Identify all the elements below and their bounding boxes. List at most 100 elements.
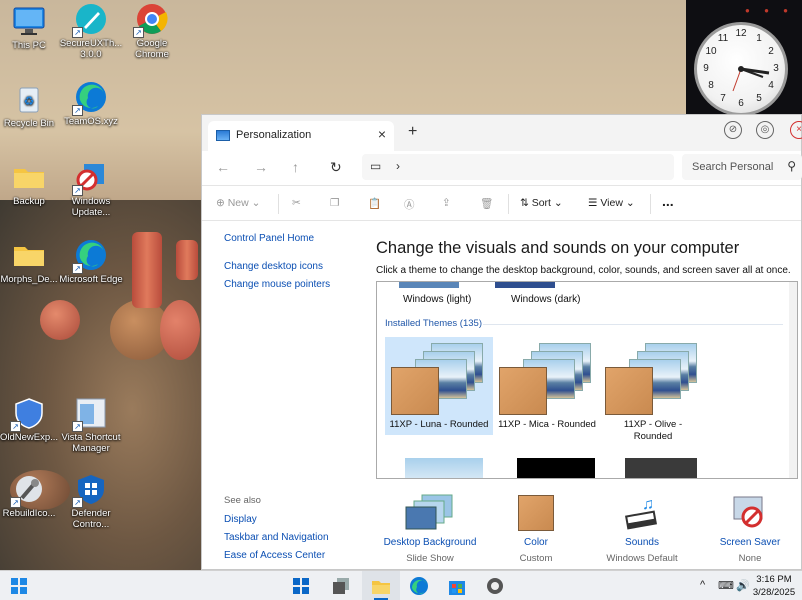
- forward-arrow-icon[interactable]: →: [254, 159, 268, 175]
- desktop-icon-backup[interactable]: Backup: [0, 160, 62, 207]
- back-arrow-icon[interactable]: ←: [216, 159, 230, 175]
- desktop-icon-label: Vista Shortcut Manager: [61, 432, 121, 454]
- share-icon[interactable]: ⇪: [442, 197, 451, 209]
- setting-label: Sounds: [625, 537, 659, 548]
- wallpaper-sphere: [160, 300, 200, 360]
- close-window-icon[interactable]: ×: [790, 121, 802, 139]
- task-view-icon[interactable]: [330, 575, 352, 597]
- desktop-icon-recycle-bin[interactable]: ♻ Recycle Bin: [0, 82, 62, 129]
- desktop-icon-morphs[interactable]: Morphs_De...: [0, 238, 62, 285]
- desktop-icon-label: OldNewExp...: [0, 432, 59, 443]
- control-panel-home-link[interactable]: Control Panel Home: [224, 233, 314, 244]
- cut-icon[interactable]: ✂: [292, 197, 301, 209]
- address-bar[interactable]: ▭ ›: [362, 154, 674, 180]
- start-button[interactable]: [290, 575, 312, 597]
- desktop-background-icon: [405, 494, 453, 530]
- theme-windows-dark[interactable]: Windows (dark): [511, 294, 580, 305]
- system-clock[interactable]: 3:16 PM 3/28/2025: [752, 573, 796, 599]
- desktop-icon-label: RebuildIco...: [2, 508, 56, 519]
- scrollbar[interactable]: [789, 282, 797, 478]
- svg-text:♻: ♻: [24, 94, 35, 108]
- see-also-heading: See also: [224, 495, 261, 506]
- ease-of-access-link[interactable]: Ease of Access Center: [224, 550, 325, 561]
- theme-11xp-olive[interactable]: 11XP - Olive - Rounded: [599, 337, 707, 442]
- desktop-icon-defender-control[interactable]: ↗ Defender Contro...: [58, 472, 124, 530]
- settings-icon[interactable]: ◎: [756, 121, 774, 139]
- sort-label: Sort: [531, 197, 551, 209]
- compass-icon[interactable]: ⊘: [724, 121, 742, 139]
- theme-thumbnail: [391, 341, 487, 417]
- folder-icon: [12, 238, 46, 272]
- desktop-icon-label: Recycle Bin: [3, 118, 55, 129]
- personalization-window[interactable]: Personalization × + ⊘ ◎ × ← → ↑ ↻ ▭ › Se…: [201, 114, 802, 570]
- desktop-icon-secureux[interactable]: ↗ SecureUXTh... 3.0.0: [58, 2, 124, 60]
- gadget-controls-icon[interactable]: ● ● ●: [745, 6, 794, 15]
- clock-gadget[interactable]: ● ● ● 12 1 2 3 4 5 6 7 8 9 10 11: [686, 0, 802, 118]
- copy-icon[interactable]: ❐: [330, 197, 339, 209]
- more-options-button[interactable]: ...: [662, 193, 674, 209]
- setting-label: Desktop Background: [383, 537, 477, 548]
- desktop-icon-windows-update[interactable]: ↗ Windows Update...: [58, 160, 124, 218]
- volume-icon[interactable]: 🔊: [736, 579, 750, 592]
- paste-icon[interactable]: 📋: [368, 197, 381, 210]
- theme-name: 11XP - Olive - Rounded: [623, 419, 683, 442]
- theme-11xp-luna[interactable]: 11XP - Luna - Rounded: [385, 337, 493, 435]
- navigation-bar: ← → ↑ ↻ ▭ › Search Personal ⚲: [202, 151, 802, 185]
- settings-gear-icon[interactable]: [484, 575, 506, 597]
- change-mouse-pointers-link[interactable]: Change mouse pointers: [224, 279, 330, 290]
- desktop-icon-rebuildicons[interactable]: ↗ RebuildIco...: [0, 472, 62, 519]
- new-button[interactable]: ⊕ New ⌄: [216, 197, 260, 209]
- chevron-right-icon[interactable]: ›: [396, 159, 400, 173]
- desktop-icon-this-pc[interactable]: This PC: [0, 4, 62, 51]
- chevron-up-icon[interactable]: ^: [700, 579, 705, 591]
- desktop-icon-vista-shortcut-manager[interactable]: ↗ Vista Shortcut Manager: [58, 396, 124, 454]
- file-explorer-icon[interactable]: [370, 575, 392, 597]
- display-link[interactable]: Display: [224, 514, 257, 525]
- theme-windows-light[interactable]: Windows (light): [403, 294, 471, 305]
- shortcut-arrow-icon: ↗: [10, 497, 21, 508]
- up-arrow-icon[interactable]: ↑: [292, 159, 299, 175]
- search-icon: ⚲: [787, 159, 796, 173]
- theme-thumb-partial[interactable]: [625, 458, 697, 478]
- delete-icon[interactable]: 🗑: [480, 197, 493, 210]
- new-tab-button[interactable]: +: [408, 123, 417, 141]
- taskbar-navigation-link[interactable]: Taskbar and Navigation: [224, 532, 329, 543]
- theme-list[interactable]: Windows (light) Windows (dark) Installed…: [376, 281, 798, 479]
- color-swatch: [605, 367, 653, 415]
- desktop-icon-google-chrome[interactable]: ↗ Google Chrome: [119, 2, 185, 60]
- desktop-icon-oldnewexplorer[interactable]: ↗ OldNewExp...: [0, 396, 62, 443]
- view-label: View: [600, 197, 623, 209]
- desktop-icon-teamos[interactable]: ↗ TeamOS.xyz: [58, 80, 124, 127]
- tab-personalization[interactable]: Personalization ×: [208, 121, 394, 151]
- desktop-icon-microsoft-edge[interactable]: ↗ Microsoft Edge: [58, 238, 124, 285]
- theme-11xp-mica[interactable]: 11XP - Mica - Rounded: [493, 337, 601, 435]
- new-label: New: [227, 197, 249, 209]
- setting-value: Windows Default: [606, 553, 678, 564]
- svg-text:♫: ♫: [642, 496, 654, 513]
- close-tab-icon[interactable]: ×: [378, 126, 386, 142]
- desktop-icon-label: Backup: [13, 196, 45, 207]
- wallpaper-pillar: [132, 232, 162, 308]
- divider: [650, 194, 651, 214]
- theme-thumb-partial[interactable]: [517, 458, 595, 478]
- network-icon[interactable]: ⌨: [718, 579, 734, 592]
- theme-thumbnail: [605, 341, 701, 417]
- shortcut-arrow-icon: ↗: [72, 497, 83, 508]
- title-bar[interactable]: Personalization × + ⊘ ◎ ×: [202, 115, 802, 151]
- taskbar: ^ ⌨ 🔊 3:16 PM 3/28/2025: [0, 570, 802, 600]
- search-box[interactable]: Search Personal ⚲: [682, 154, 802, 180]
- refresh-icon[interactable]: ↻: [330, 159, 342, 176]
- desktop-icon-label: Morphs_De...: [0, 274, 58, 285]
- shield-icon: ↗: [10, 396, 46, 432]
- view-button[interactable]: ☰ View ⌄: [588, 197, 635, 209]
- edge-icon[interactable]: [408, 575, 430, 597]
- shortcut-arrow-icon: ↗: [133, 27, 144, 38]
- windows-start-icon[interactable]: [8, 575, 30, 597]
- edge-icon: ↗: [72, 80, 108, 116]
- change-desktop-icons-link[interactable]: Change desktop icons: [224, 261, 323, 272]
- wallpaper-pillar: [176, 240, 198, 280]
- sort-button[interactable]: ⇅ Sort ⌄: [520, 197, 563, 209]
- theme-thumb-partial[interactable]: [405, 458, 483, 478]
- store-icon[interactable]: [446, 575, 468, 597]
- rename-icon[interactable]: Ⓐ: [404, 197, 415, 212]
